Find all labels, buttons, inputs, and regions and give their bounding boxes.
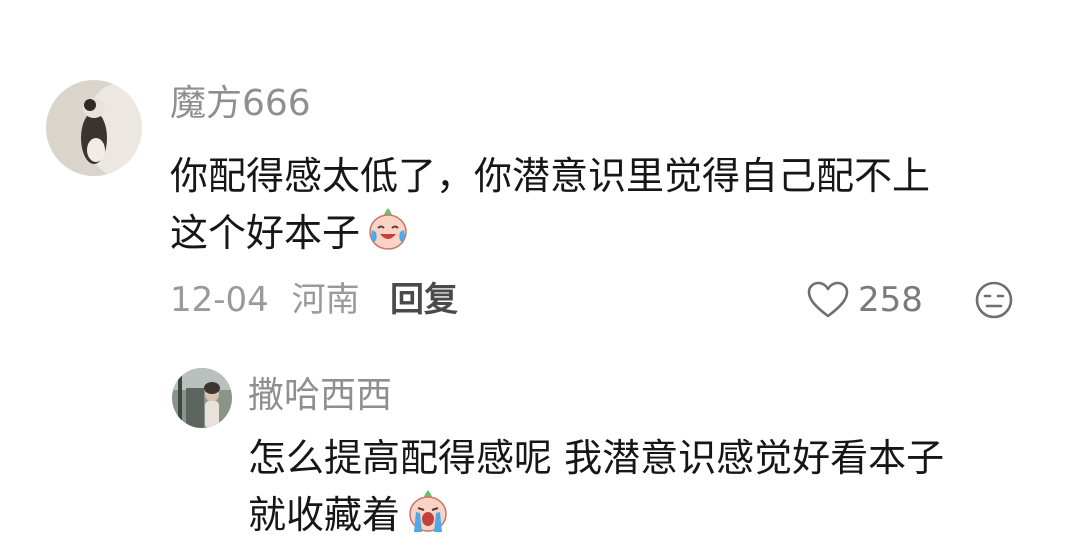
like-count: 258	[858, 280, 923, 320]
comment-location: 河南	[291, 280, 360, 320]
like-button[interactable]: 258	[806, 280, 923, 320]
reply-text-line-2-text: 就收藏着	[248, 493, 401, 537]
heart-outline-icon	[806, 280, 850, 320]
reply-username[interactable]: 撒哈西西	[248, 374, 392, 418]
reply-text-line-1: 怎么提高配得感呢 我潜意识感觉好看本子	[248, 436, 945, 480]
reply-avatar[interactable]	[172, 368, 232, 428]
neutral-face-icon	[975, 281, 1013, 319]
comment-meta: 12-04 河南	[170, 280, 360, 320]
reply-text: 怎么提高配得感呢 我潜意识感觉好看本子 就收藏着	[248, 430, 1048, 549]
comment-avatar[interactable]	[46, 80, 142, 176]
comment-text: 你配得感太低了，你潜意识里觉得自己配不上 这个好本子	[170, 148, 1050, 267]
comment-username[interactable]: 魔方666	[170, 82, 311, 126]
dislike-button[interactable]	[974, 280, 1014, 320]
comment-date: 12-04	[170, 280, 269, 320]
cat-avatar-image	[46, 80, 142, 176]
reply-button[interactable]: 回复	[390, 280, 458, 320]
comment-text-line-1: 你配得感太低了，你潜意识里觉得自己配不上	[170, 154, 931, 198]
comment-text-line-2-text: 这个好本子	[170, 211, 361, 255]
person-photo-avatar-image	[172, 368, 232, 428]
laughing-tears-peach-emoji-icon	[364, 204, 412, 267]
comment-text-line-2: 这个好本子	[170, 204, 1050, 267]
